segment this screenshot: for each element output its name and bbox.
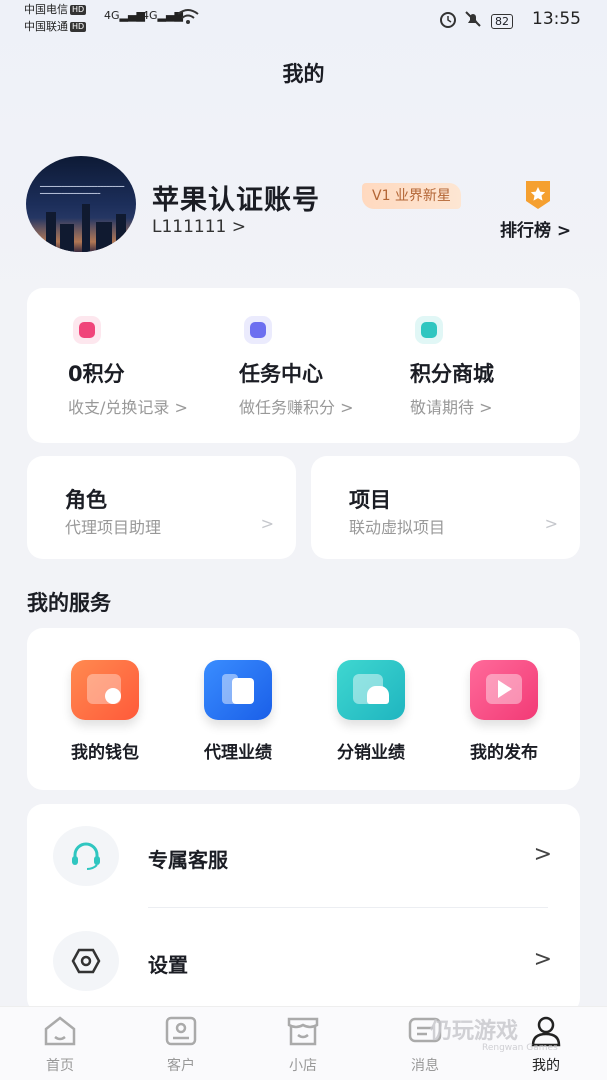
tab-label: 小店 (289, 1058, 317, 1074)
wifi-icon (177, 9, 199, 24)
wallet-icon (71, 660, 139, 720)
chevron-right-icon: > (533, 842, 552, 867)
settings-icon (53, 931, 119, 991)
alarm-icon (440, 12, 456, 28)
tab-label: 消息 (411, 1058, 439, 1074)
chevron-right-icon: > (260, 514, 274, 533)
project-card[interactable]: 项目 联动虚拟项目 > (311, 456, 580, 559)
customer-icon (165, 1016, 197, 1046)
task-center-subtitle: 做任务赚积分 > (239, 398, 354, 417)
publish-icon (470, 660, 538, 720)
task-center-title: 任务中心 (239, 362, 323, 386)
points-title: 0积分 (68, 362, 125, 386)
settings-label: 设置 (148, 953, 188, 977)
account-name: 苹果认证账号 (152, 185, 320, 216)
chevron-right-icon: > (533, 947, 552, 972)
ranking-link[interactable]: 排行榜 > (500, 216, 571, 241)
ranking-badge-icon[interactable] (521, 177, 555, 211)
watermark: 仍玩游戏 Rengwan Games (430, 1019, 558, 1053)
carrier-1: 中国电信 HD (24, 3, 87, 16)
wallet-button[interactable]: 我的钱包 (45, 660, 165, 763)
avatar-image-text: ━━━━━━━━━━━━━━━━━━━━━━━━━━━━ ━━━━━━━━━━━━… (40, 184, 125, 197)
tab-label: 首页 (46, 1058, 74, 1074)
publish-label: 我的发布 (470, 743, 538, 763)
tab-shop[interactable]: 小店 (263, 1015, 343, 1075)
tab-home[interactable]: 首页 (20, 1015, 100, 1075)
mute-bell-icon (465, 11, 481, 27)
distribution-icon (337, 660, 405, 720)
publish-button[interactable]: 我的发布 (444, 660, 564, 763)
battery-icon: 82 (491, 10, 513, 29)
distribution-label: 分销业绩 (337, 743, 405, 763)
home-icon (44, 1016, 76, 1046)
star-icon (73, 316, 101, 344)
level-badge: V1 业界新星 (362, 183, 461, 209)
project-subtitle: 联动虚拟项目 (349, 518, 446, 537)
shop-icon (287, 1017, 319, 1046)
project-title: 项目 (349, 488, 391, 512)
role-subtitle: 代理项目助理 (65, 518, 162, 537)
chevron-right-icon: > (544, 514, 558, 533)
customer-service-label: 专属客服 (148, 848, 228, 872)
status-bar: 中国电信 HD 中国联通 HD 4G▂▄▆ 4G▂▄▆ 82 13:55 (0, 0, 607, 40)
signal-icon: 4G▂▄▆ (104, 9, 145, 22)
tab-customer[interactable]: 客户 (141, 1015, 221, 1075)
agent-performance-label: 代理业绩 (204, 743, 272, 763)
avatar[interactable]: ━━━━━━━━━━━━━━━━━━━━━━━━━━━━ ━━━━━━━━━━━━… (26, 156, 136, 252)
menu-card: 专属客服 > 设置 > (27, 804, 580, 1014)
user-id-link[interactable]: L111111 > (152, 217, 246, 237)
clock: 13:55 (532, 9, 581, 29)
services-card: 我的钱包 代理业绩 分销业绩 我的发布 (27, 628, 580, 790)
points-card: 0积分 收支/兑换记录 > 任务中心 做任务赚积分 > 积分商城 敬请期待 > (27, 288, 580, 443)
bag-icon (415, 316, 443, 344)
agent-performance-button[interactable]: 代理业绩 (178, 660, 298, 763)
page-title: 我的 (282, 62, 325, 86)
tv-icon (244, 316, 272, 344)
points-mall-subtitle: 敬请期待 > (410, 398, 493, 417)
points-mall-title: 积分商城 (410, 362, 494, 386)
customer-service-row[interactable]: 专属客服 > (27, 806, 580, 906)
services-title: 我的服务 (27, 591, 111, 615)
tab-label: 我的 (532, 1058, 560, 1074)
settings-row[interactable]: 设置 > (27, 911, 580, 1011)
distribution-button[interactable]: 分销业绩 (311, 660, 431, 763)
agent-performance-icon (204, 660, 272, 720)
carrier-2: 中国联通 HD (24, 20, 87, 33)
points-subtitle: 收支/兑换记录 > (68, 398, 188, 417)
role-title: 角色 (65, 488, 107, 512)
headset-icon (53, 826, 119, 886)
tab-label: 客户 (167, 1058, 195, 1074)
wallet-label: 我的钱包 (71, 743, 139, 763)
menu-divider (148, 907, 548, 908)
role-card[interactable]: 角色 代理项目助理 > (27, 456, 296, 559)
